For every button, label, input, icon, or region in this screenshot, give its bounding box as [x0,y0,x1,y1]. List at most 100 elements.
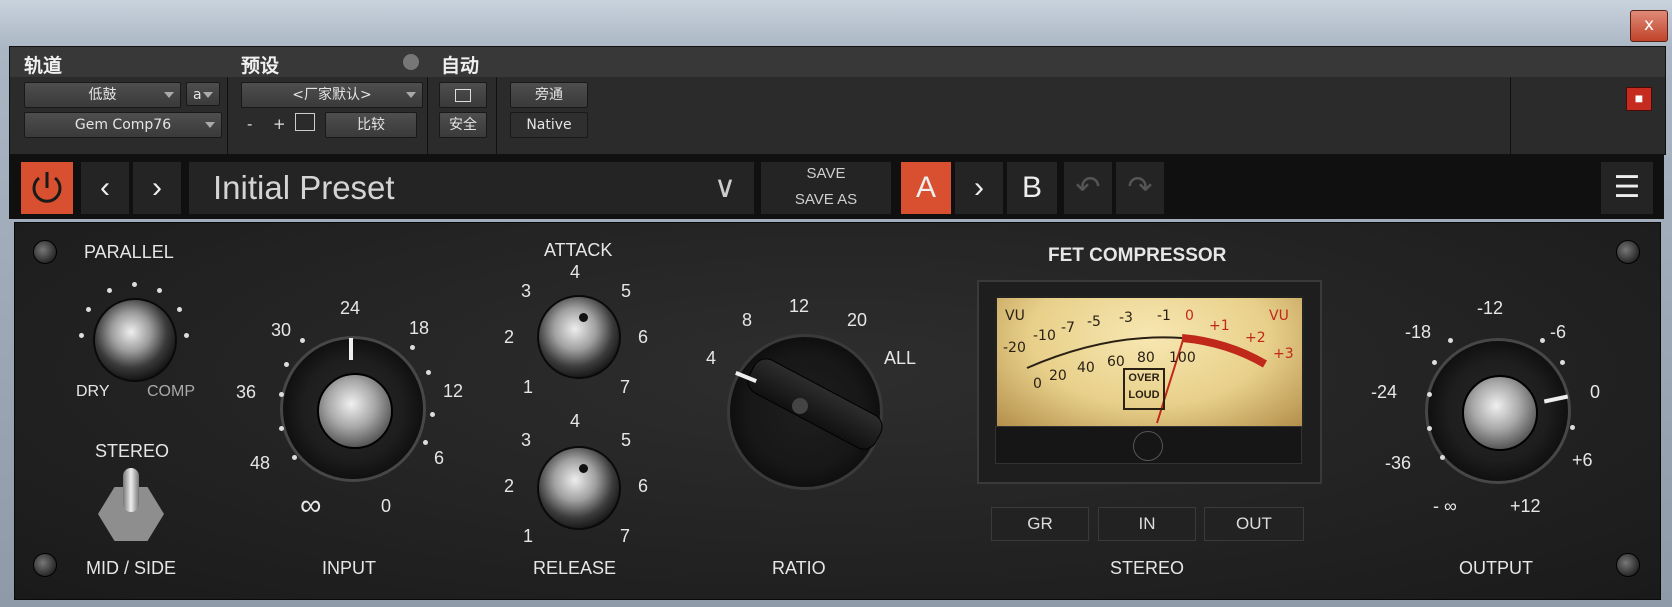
vu-scale-mark: 20 [1049,368,1067,384]
undo-button[interactable]: ↶ [1064,162,1112,214]
plugin-select[interactable]: Gem Comp76 [24,112,222,138]
release-tick: 2 [504,476,515,496]
output-tick: -6 [1550,322,1567,342]
output-knob[interactable] [1425,338,1571,484]
attack-tick: 6 [638,327,649,347]
preset-copy-icon[interactable] [295,113,315,131]
preset-section: 预设 <厂家默认> - + 比较 [227,47,428,154]
chevron-down-icon: ∨ [714,171,736,204]
plugin-toolbar: ‹ › Initial Preset ∨ SAVE SAVE AS A › B … [9,155,1664,219]
parallel-label: PARALLEL [84,242,174,262]
release-tick: 6 [638,476,649,496]
bypass-button[interactable]: 旁通 [510,82,588,108]
ratio-tick: 4 [706,348,717,368]
meter-mode-gr[interactable]: GR [991,507,1089,541]
ratio-center-screw-icon [792,398,808,414]
preset-plus-button[interactable]: + [273,115,286,133]
host-header-bar: 轨道 低鼓 a Gem Comp76 预设 <厂家默认> - + 比较 自动 安… [9,46,1666,155]
attack-knob[interactable] [537,295,621,379]
attack-tick: 4 [570,262,581,282]
input-pointer [349,338,353,360]
mid-side-label: MID / SIDE [86,558,177,578]
input-tick: 48 [250,453,271,473]
input-tick: 24 [340,298,361,318]
power-icon [32,172,62,203]
ratio-tick: 20 [847,310,868,330]
parallel-knob[interactable] [93,298,177,382]
badge-line-1: OVER [1128,372,1160,384]
output-tick: - ∞ [1433,496,1457,516]
release-label: RELEASE [533,558,617,578]
vu-base [995,426,1302,464]
output-tick: -24 [1371,382,1398,402]
chevron-right-icon: › [152,171,162,204]
attack-label: ATTACK [544,240,613,260]
release-tick: 1 [523,526,534,546]
attack-tick: 7 [620,377,631,397]
meter-mode-in[interactable]: IN [1098,507,1196,541]
release-tick: 7 [620,526,631,546]
preset-select[interactable]: <厂家默认> [241,82,423,108]
vu-scale-mark: 100 [1169,350,1196,366]
safe-button[interactable]: 安全 [439,112,487,138]
vu-adjust-screw-icon [1133,431,1163,461]
preset-minus-button[interactable]: - [247,115,252,133]
chevron-right-icon: › [974,171,984,204]
badge-line-2: LOUD [1128,389,1160,401]
track-section: 轨道 低鼓 a Gem Comp76 [10,47,228,154]
track-channel-select[interactable]: a [186,82,220,106]
input-tick: ∞ [300,489,322,522]
save-as-button[interactable]: SAVE AS [761,188,891,214]
release-knob[interactable] [537,446,621,530]
ratio-tick: 12 [789,296,810,316]
meter-title: FET COMPRESSOR [1048,245,1227,266]
overload-badge: OVER LOUD [1123,368,1165,410]
vu-scale-mark: 40 [1077,360,1095,376]
slot-a-button[interactable]: A [901,162,951,214]
automation-window-icon[interactable] [439,82,487,108]
release-tick: 3 [521,430,532,450]
screw-icon [33,553,57,577]
redo-button[interactable]: ↷ [1116,162,1164,214]
native-indicator: Native [510,112,588,138]
input-tick: 0 [381,496,392,516]
next-preset-button[interactable]: › [133,162,181,214]
preset-name: Initial Preset [213,169,395,206]
undo-icon: ↶ [1075,171,1101,204]
hamburger-icon: ☰ [1613,171,1641,204]
input-tick: 18 [409,318,430,338]
plugin-window: x 轨道 低鼓 a Gem Comp76 预设 <厂家默认> - + 比较 自动… [0,0,1672,607]
save-button[interactable]: SAVE [761,162,891,188]
prev-preset-button[interactable]: ‹ [81,162,129,214]
ratio-tick: 8 [742,310,753,330]
input-knob[interactable] [280,336,426,482]
vu-meter-face: VU VU -20 -10 -7 -5 -3 -1 0 +1 +2 +3 0 2… [995,296,1304,428]
release-tick: 4 [570,411,581,431]
output-tick: -36 [1385,453,1412,473]
stereo-switch-label: STEREO [95,441,170,461]
meter-mode-out[interactable]: OUT [1204,507,1304,541]
output-tick: +6 [1572,450,1593,470]
attack-tick: 5 [621,281,632,301]
power-button[interactable] [21,162,73,214]
slot-b-button[interactable]: B [1007,162,1057,214]
screw-icon [33,240,57,264]
screw-icon [1616,553,1640,577]
parallel-comp-label: COMP [147,383,195,400]
track-name-select[interactable]: 低鼓 [24,82,181,108]
attack-tick: 1 [523,377,534,397]
menu-button[interactable]: ☰ [1601,162,1653,214]
output-tick: -12 [1477,298,1504,318]
compare-button[interactable]: 比较 [325,112,417,138]
vu-scale-mark: 0 [1033,376,1042,392]
vu-meter: VU VU -20 -10 -7 -5 -3 -1 0 +1 +2 +3 0 2… [977,280,1322,484]
window-close-button[interactable]: x [1630,10,1668,42]
preset-menu-icon[interactable] [403,54,419,70]
ratio-tick: ALL [884,348,917,368]
output-tick: -18 [1405,322,1432,342]
input-tick: 6 [434,448,445,468]
preset-dropdown[interactable]: Initial Preset ∨ [189,162,754,214]
record-indicator-icon[interactable]: ■ [1626,87,1652,111]
copy-a-to-b-button[interactable]: › [955,162,1003,214]
ratio-label: RATIO [772,558,826,578]
